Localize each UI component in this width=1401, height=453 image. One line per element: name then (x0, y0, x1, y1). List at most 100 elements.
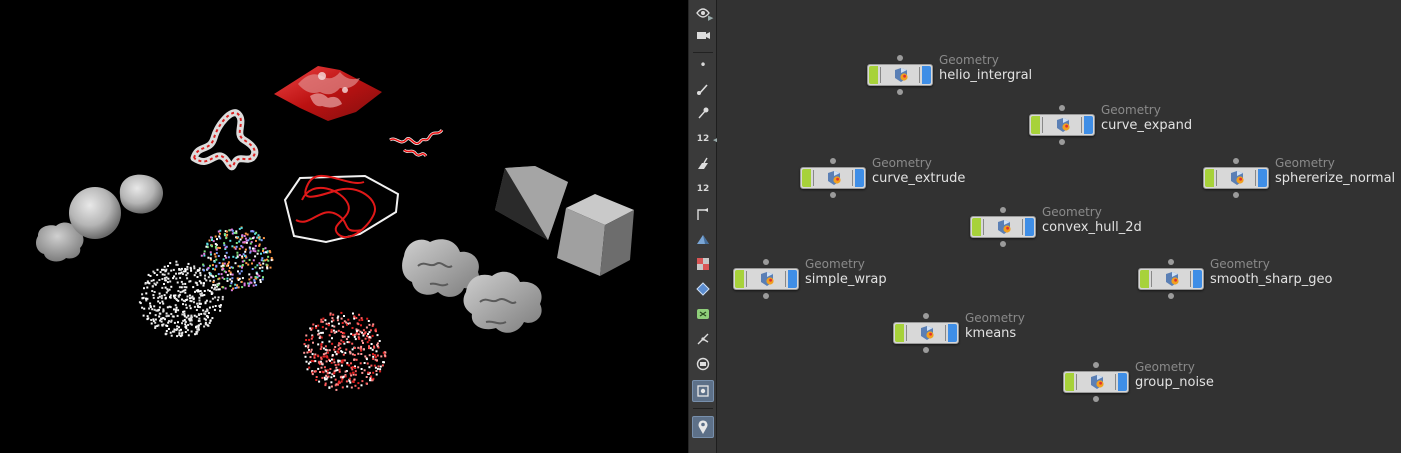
node-tile[interactable] (867, 64, 933, 86)
node-tile[interactable] (1203, 167, 1269, 189)
node-input-connector[interactable] (1233, 158, 1239, 164)
node-input-connector[interactable] (763, 259, 769, 265)
node-output-connector[interactable] (1000, 241, 1006, 247)
wire-display-icon[interactable] (692, 278, 714, 300)
network-node[interactable]: Geometry helio_intergral (867, 53, 1077, 97)
network-node[interactable]: Geometry smooth_sharp_geo (1138, 257, 1348, 301)
node-input-connector[interactable] (1168, 259, 1174, 265)
shaded-display-icon[interactable] (692, 228, 714, 250)
node-name-label[interactable]: group_noise (1135, 375, 1214, 390)
node-tile[interactable] (970, 216, 1036, 238)
node-name-label[interactable]: sphererize_normal (1275, 171, 1395, 186)
point-sprite (182, 310, 185, 313)
uv-display-icon[interactable] (692, 303, 714, 325)
render-flag[interactable] (948, 324, 957, 342)
node-name-label[interactable]: smooth_sharp_geo (1210, 272, 1332, 287)
network-node[interactable]: Geometry simple_wrap (733, 257, 943, 301)
point-sprite (160, 317, 163, 320)
node-tile[interactable] (733, 268, 799, 290)
camera-menu-caret-icon[interactable]: ▶ (708, 14, 713, 22)
display-flag[interactable] (972, 218, 981, 236)
snapshot-icon[interactable] (692, 380, 714, 402)
display-flag[interactable] (1205, 169, 1214, 187)
node-name-label[interactable]: kmeans (965, 326, 1016, 341)
display-flag[interactable] (1140, 270, 1149, 288)
pin-tool-icon[interactable] (692, 102, 714, 124)
ghost-display-icon[interactable] (692, 353, 714, 375)
render-flag[interactable] (1193, 270, 1202, 288)
scene-viewport[interactable] (0, 0, 688, 453)
node-name-label[interactable]: convex_hull_2d (1042, 220, 1142, 235)
network-node[interactable]: Geometry curve_extrude (800, 156, 1010, 200)
network-node[interactable]: Geometry kmeans (893, 311, 1103, 355)
point-sprite (174, 294, 177, 297)
viewport-canvas[interactable] (0, 0, 688, 453)
node-output-connector[interactable] (1168, 293, 1174, 299)
network-node[interactable]: Geometry convex_hull_2d (970, 205, 1180, 249)
display-flag[interactable] (735, 270, 744, 288)
point-display-icon[interactable]: • (692, 54, 714, 76)
point-sprite (167, 277, 170, 280)
node-output-connector[interactable] (763, 293, 769, 299)
node-output-connector[interactable] (923, 347, 929, 353)
brush-tool-icon[interactable] (692, 78, 714, 100)
render-flag[interactable] (922, 66, 931, 84)
node-input-connector[interactable] (830, 158, 836, 164)
network-node[interactable]: Geometry group_noise (1063, 360, 1273, 404)
node-output-connector[interactable] (897, 89, 903, 95)
point-sprite (346, 323, 348, 326)
node-name-label[interactable]: curve_expand (1101, 118, 1192, 133)
node-tile[interactable] (1029, 114, 1095, 136)
render-flag[interactable] (1118, 373, 1127, 391)
node-input-connector[interactable] (897, 55, 903, 61)
network-node[interactable]: Geometry sphererize_normal (1203, 156, 1401, 200)
node-name-label[interactable]: helio_intergral (939, 68, 1032, 83)
node-output-connector[interactable] (1233, 192, 1239, 198)
point-sprite (308, 350, 311, 353)
node-output-connector[interactable] (830, 192, 836, 198)
node-name-label[interactable]: simple_wrap (805, 272, 887, 287)
network-editor[interactable]: Geometry helio_intergral Geometry curve_exp… (717, 0, 1401, 453)
pin-viewport-icon[interactable] (692, 416, 714, 438)
point-sprite (250, 281, 253, 284)
node-tile[interactable] (800, 167, 866, 189)
camera-tool-icon[interactable] (692, 24, 714, 46)
node-input-connector[interactable] (1000, 207, 1006, 213)
node-input-connector[interactable] (1059, 105, 1065, 111)
colored-point-clusters (200, 226, 274, 292)
point-numbers-icon[interactable]: 12 (692, 128, 714, 150)
primitive-numbers-icon[interactable]: 12 (692, 178, 714, 200)
point-sprite (377, 365, 380, 368)
point-sprite (151, 308, 154, 311)
display-flag[interactable] (895, 324, 904, 342)
node-input-connector[interactable] (1093, 362, 1099, 368)
node-tile[interactable] (893, 322, 959, 344)
render-flag[interactable] (1025, 218, 1034, 236)
render-flag[interactable] (788, 270, 797, 288)
node-input-connector[interactable] (923, 313, 929, 319)
display-flag[interactable] (802, 169, 811, 187)
display-flag[interactable] (869, 66, 878, 84)
texture-display-icon[interactable] (692, 253, 714, 275)
display-flag[interactable] (1065, 373, 1074, 391)
point-sprite (225, 264, 228, 267)
transform-handle-icon[interactable] (692, 328, 714, 350)
node-tile[interactable] (1138, 268, 1204, 290)
render-flag[interactable] (1258, 169, 1267, 187)
display-flag[interactable] (1031, 116, 1040, 134)
node-output-connector[interactable] (1093, 396, 1099, 402)
point-sprite (238, 272, 241, 275)
node-output-connector[interactable] (1059, 139, 1065, 145)
node-tile[interactable] (1063, 371, 1129, 393)
edge-tool-icon[interactable] (692, 203, 714, 225)
paint-tool-icon[interactable] (692, 153, 714, 175)
point-sprite (370, 364, 373, 367)
point-sprite (156, 274, 159, 276)
node-name-label[interactable]: curve_extrude (872, 171, 965, 186)
point-sprite (178, 268, 181, 271)
render-flag[interactable] (855, 169, 864, 187)
render-flag[interactable] (1084, 116, 1093, 134)
network-node[interactable]: Geometry curve_expand (1029, 103, 1239, 147)
point-sprite (173, 321, 176, 324)
point-sprite (250, 276, 253, 279)
